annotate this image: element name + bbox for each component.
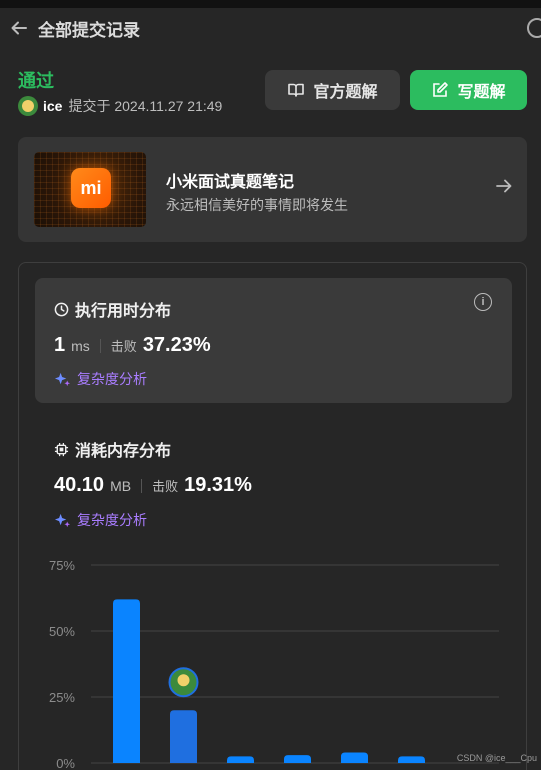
info-icon[interactable]: i [474, 293, 492, 311]
sparkle-icon [54, 372, 71, 386]
runtime-card[interactable]: 执行用时分布 i 1 ms 击败 37.23% 复杂度分析 [35, 278, 512, 403]
chart-bar[interactable] [341, 752, 368, 763]
official-solution-label: 官方题解 [313, 84, 378, 101]
submission-status: 通过 [18, 71, 54, 91]
window-top-strip [0, 0, 541, 8]
chart-bar[interactable] [170, 710, 197, 763]
sparkle-icon [54, 513, 71, 527]
memory-value: 40.10 [54, 474, 105, 496]
watermark: CSDN @ice___Cpu [456, 753, 537, 763]
banner-title: 小米面试真题笔记 [166, 174, 295, 191]
chip-icon [54, 442, 69, 456]
memory-title: 消耗内存分布 [54, 437, 171, 461]
clock-icon [54, 302, 69, 316]
arrow-left-icon[interactable] [0, 8, 38, 48]
memory-title-text: 消耗内存分布 [75, 443, 172, 460]
runtime-title: 执行用时分布 [54, 297, 171, 321]
runtime-metric: 1 ms 击败 37.23% [54, 334, 211, 357]
memory-metric: 40.10 MB 击败 19.31% [54, 474, 252, 497]
runtime-complexity-label: 复杂度分析 [77, 371, 147, 387]
promo-banner[interactable]: mi 小米面试真题笔记 永远相信美好的事情即将发生 [18, 137, 527, 242]
memory-beat-label: 击败 [152, 479, 179, 494]
header-action-icon[interactable] [527, 18, 541, 38]
chart-bar[interactable] [398, 756, 425, 763]
runtime-title-text: 执行用时分布 [75, 303, 172, 320]
submitted-time: 提交于 2024.11.27 21:49 [68, 98, 223, 114]
memory-beat-pct: 19.31% [184, 474, 252, 496]
chart-bar[interactable] [284, 755, 311, 763]
memory-unit: MB [110, 478, 132, 494]
memory-complexity-label: 复杂度分析 [77, 512, 147, 528]
submission-detail: 通过 ice 提交于 2024.11.27 21:49 官方题解 写题解 mi … [0, 48, 541, 770]
official-solution-button[interactable]: 官方题解 [265, 70, 400, 110]
xiaomi-logo: mi [71, 168, 111, 208]
performance-panel: 执行用时分布 i 1 ms 击败 37.23% 复杂度分析 消耗内存分布 40.… [18, 262, 527, 770]
avatar[interactable] [18, 96, 38, 116]
write-solution-label: 写题解 [457, 84, 506, 101]
header-bar: 全部提交记录 [0, 8, 541, 48]
runtime-value: 1 [54, 334, 66, 356]
runtime-beat-label: 击败 [110, 339, 137, 354]
username[interactable]: ice [43, 98, 62, 114]
write-solution-button[interactable]: 写题解 [410, 70, 527, 110]
book-icon [288, 83, 305, 97]
memory-complexity-link[interactable]: 复杂度分析 [54, 510, 147, 530]
banner-image: mi [34, 152, 146, 227]
runtime-complexity-link[interactable]: 复杂度分析 [54, 369, 147, 389]
banner-subtitle: 永远相信美好的事情即将发生 [166, 197, 348, 213]
submitter-info: ice 提交于 2024.11.27 21:49 [18, 96, 222, 116]
runtime-beat-pct: 37.23% [142, 334, 211, 356]
edit-icon [433, 82, 449, 97]
runtime-unit: ms [71, 338, 90, 354]
chart-ytick-label: 0% [56, 756, 75, 770]
chart-bar[interactable] [113, 599, 140, 763]
chart-bar[interactable] [227, 756, 254, 763]
arrow-right-icon[interactable] [495, 177, 513, 201]
chart-ytick-label: 50% [49, 624, 75, 639]
chart-ytick-label: 75% [49, 558, 75, 573]
user-marker-face [177, 674, 190, 687]
chart-ytick-label: 25% [49, 690, 75, 705]
memory-distribution-chart: 75% 50% 25% 0% [49, 558, 499, 770]
page-title: 全部提交记录 [38, 20, 140, 40]
